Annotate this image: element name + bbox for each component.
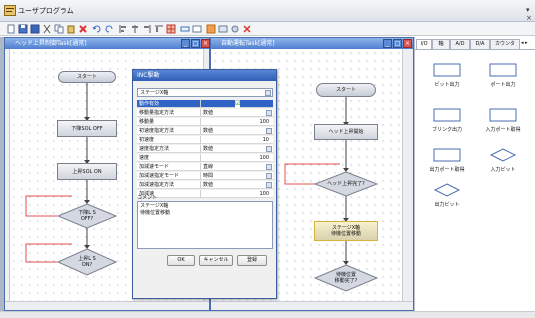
- process-box-icon: [433, 108, 461, 122]
- property-row[interactable]: 加減速指定方法 数値: [137, 181, 273, 189]
- property-key: 初速度: [139, 137, 155, 143]
- property-row[interactable]: 動作有効 ☑: [137, 100, 273, 108]
- row-separator: [200, 136, 201, 144]
- property-row[interactable]: 加減速指定モード 時間: [137, 172, 273, 180]
- palette-item-label: 出力ポート取得: [429, 167, 465, 173]
- right-head-up-done-label: ヘッド上昇完了?: [327, 181, 365, 187]
- chevron-down-icon[interactable]: [265, 90, 271, 96]
- row-separator: [200, 181, 201, 189]
- status-bar: [0, 311, 535, 318]
- property-row[interactable]: 速度指定方法 数値: [137, 145, 273, 153]
- axis-select-value: ステージX軸: [140, 90, 169, 96]
- property-key: 速度指定方法: [139, 146, 170, 152]
- palette-item[interactable]: ブリンク出力: [426, 108, 468, 133]
- property-key: 加減速指定モード: [139, 173, 180, 179]
- row-separator: [200, 154, 201, 162]
- chevron-down-icon[interactable]: [266, 146, 272, 152]
- chevron-down-icon[interactable]: [266, 128, 272, 134]
- property-number[interactable]: 100: [259, 154, 269, 162]
- property-key: 加減速モード: [139, 164, 170, 170]
- property-value: 時間: [203, 173, 214, 179]
- palette-item[interactable]: ポート出力: [482, 63, 524, 88]
- process-box-icon: [489, 63, 517, 77]
- palette-item-label: 入力ポート取得: [485, 127, 521, 133]
- dialog-title: INC駆動: [133, 70, 276, 81]
- cancel-button[interactable]: キャンセル: [199, 255, 233, 266]
- inc-drive-dialog: INC駆動 ステージX軸 動作有効 ☑ 移動量指定方法 数値 移動量 100 初速度指定方法…: [132, 69, 277, 299]
- chevron-down-icon[interactable]: [266, 164, 272, 170]
- property-row[interactable]: 加減速 100: [137, 190, 273, 198]
- chevron-down-icon[interactable]: [266, 182, 272, 188]
- palette-item[interactable]: 出力ポート取得: [426, 148, 468, 173]
- palette-item[interactable]: 出力ビット: [426, 183, 468, 208]
- property-row[interactable]: 加減速モード 直線: [137, 163, 273, 171]
- process-box-icon: [489, 108, 517, 122]
- property-row[interactable]: 移動量 100: [137, 118, 273, 126]
- right-stage-move-node[interactable]: ステージX軸 待機位置移動: [314, 221, 378, 241]
- property-row[interactable]: 速度 100: [137, 154, 273, 162]
- palette-item-label: 入力ビット: [490, 167, 516, 173]
- property-key: 移動量: [139, 119, 155, 125]
- row-separator: [200, 145, 201, 153]
- ok-button[interactable]: OK: [167, 255, 195, 266]
- row-separator: [200, 172, 201, 180]
- property-value: 数値: [203, 128, 214, 134]
- register-button[interactable]: 登録: [237, 255, 267, 266]
- property-number[interactable]: 100: [259, 190, 269, 198]
- comment-textarea[interactable]: ステージX軸 待機位置移動: [137, 201, 273, 249]
- row-separator: [200, 163, 201, 171]
- palette-item[interactable]: ビット出力: [426, 63, 468, 88]
- row-separator: [200, 109, 201, 117]
- property-number[interactable]: 10: [263, 136, 269, 144]
- property-row[interactable]: 初速度 10: [137, 136, 273, 144]
- property-value: 直線: [203, 164, 214, 170]
- property-value: 数値: [203, 146, 214, 152]
- right-start-node[interactable]: スタート: [316, 83, 376, 97]
- diamond-icon: [489, 148, 517, 162]
- right-wait-done-label: 待機位置 移動完了?: [334, 272, 358, 284]
- tab-divider: [415, 49, 535, 50]
- property-key: 移動量指定方法: [139, 110, 175, 116]
- row-separator: [200, 118, 201, 126]
- tab-scroll-arrows[interactable]: ◂ ▸: [521, 39, 528, 48]
- property-key: 加減速指定方法: [139, 182, 175, 188]
- comment-label: コメント: [137, 195, 158, 201]
- row-separator: [200, 190, 201, 198]
- window-menu-button[interactable]: ▾ ×: [526, 6, 535, 22]
- chevron-down-icon[interactable]: [266, 173, 272, 179]
- palette-item-label: ブリンク出力: [431, 127, 462, 133]
- property-key: 動作有効: [139, 101, 160, 107]
- axis-select[interactable]: ステージX軸: [137, 88, 273, 97]
- tab-ad[interactable]: A/D: [450, 39, 470, 49]
- property-row[interactable]: 初速度指定方法 数値: [137, 127, 273, 135]
- property-value: 数値: [203, 182, 214, 188]
- process-box-icon: [433, 148, 461, 162]
- palette-item[interactable]: 入力ビット: [482, 148, 524, 173]
- property-value: 数値: [203, 110, 214, 116]
- property-row[interactable]: 移動量指定方法 数値: [137, 109, 273, 117]
- palette-item-label: 出力ビット: [434, 202, 460, 208]
- property-key: 速度: [139, 155, 150, 161]
- property-key: 初速度指定方法: [139, 128, 175, 134]
- property-number[interactable]: 100: [259, 118, 269, 126]
- right-head-up-start-node[interactable]: ヘッド上昇開始: [314, 124, 378, 140]
- row-separator: [200, 100, 201, 108]
- tab-io[interactable]: I/O: [416, 39, 432, 49]
- palette-item-label: ポート出力: [490, 82, 516, 88]
- diamond-icon: [433, 183, 461, 197]
- palette-item[interactable]: 入力ポート取得: [482, 108, 524, 133]
- process-box-icon: [433, 63, 461, 77]
- row-separator: [200, 127, 201, 135]
- tab-counter[interactable]: カウンタ: [490, 39, 520, 49]
- chevron-down-icon[interactable]: [266, 110, 272, 116]
- palette-item-label: ビット出力: [434, 82, 460, 88]
- tab-da[interactable]: D/A: [470, 39, 490, 49]
- enabled-checkbox[interactable]: ☑: [235, 100, 241, 108]
- tab-axis[interactable]: 軸: [432, 39, 450, 49]
